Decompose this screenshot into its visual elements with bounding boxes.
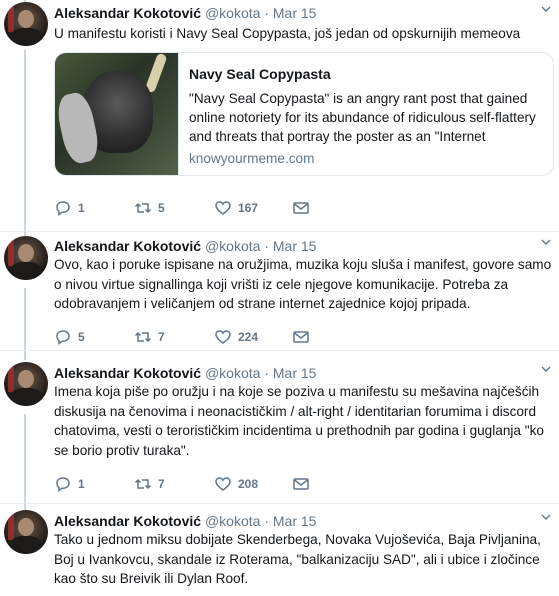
heart-icon: [215, 477, 231, 491]
retweet-icon: [134, 331, 152, 343]
like-button[interactable]: 224: [214, 327, 258, 347]
tweet-actions: 1 7 208: [54, 474, 354, 494]
tweet-text: Imena koja piše po oružju i na koje se p…: [54, 384, 544, 458]
author-name[interactable]: Aleksandar Kokotović: [54, 365, 201, 381]
heart-icon: [215, 201, 231, 215]
author-handle[interactable]: @kokota: [205, 513, 260, 529]
tweet-date[interactable]: Mar 15: [273, 238, 317, 254]
avatar[interactable]: [4, 510, 48, 554]
chevron-down-icon[interactable]: [541, 512, 551, 522]
reply-count: 1: [78, 201, 85, 215]
message-button[interactable]: [292, 474, 310, 494]
reply-icon: [56, 477, 70, 493]
avatar[interactable]: [4, 362, 48, 406]
author-name[interactable]: Aleksandar Kokotović: [54, 513, 201, 529]
heart-icon: [215, 330, 231, 344]
link-card[interactable]: Navy Seal Copypasta "Navy Seal Copypasta…: [54, 52, 554, 176]
tweet-text: Ovo, kao i poruke ispisane na oružjima, …: [54, 257, 552, 312]
tweet-actions: 5 7 224: [54, 327, 354, 347]
card-title: Navy Seal Copypasta: [189, 66, 331, 82]
like-count: 224: [238, 330, 259, 344]
separator: ·: [264, 513, 269, 529]
separator: ·: [264, 5, 269, 21]
retweet-count: 7: [158, 477, 165, 491]
reply-count: 1: [78, 477, 85, 491]
retweet-count: 5: [158, 201, 165, 215]
author-handle[interactable]: @kokota: [205, 238, 260, 254]
retweet-icon: [134, 478, 152, 490]
chevron-down-icon[interactable]: [541, 364, 551, 374]
tweet-header: Aleksandar Kokotović @kokota · Mar 15: [54, 237, 316, 255]
tweet[interactable]: Aleksandar Kokotović @kokota · Mar 15 U …: [0, 0, 559, 232]
card-domain: knowyourmeme.com: [189, 151, 315, 166]
card-image: [55, 53, 178, 175]
tweet-date[interactable]: Mar 15: [273, 365, 317, 381]
tweet-date[interactable]: Mar 15: [273, 513, 317, 529]
separator: ·: [264, 365, 269, 381]
tweet[interactable]: Aleksandar Kokotović @kokota · Mar 15 Ov…: [0, 233, 559, 351]
tweet[interactable]: Aleksandar Kokotović @kokota · Mar 15 Ta…: [0, 508, 559, 596]
avatar[interactable]: [4, 236, 48, 280]
retweet-button[interactable]: 5: [134, 198, 165, 218]
card-description: "Navy Seal Copypasta" is an angry rant p…: [189, 91, 536, 144]
tweet-text: U manifestu koristi i Navy Seal Copypast…: [54, 26, 521, 41]
tweet-header: Aleksandar Kokotović @kokota · Mar 15: [54, 364, 316, 382]
reply-icon: [56, 201, 70, 217]
retweet-button[interactable]: 7: [134, 327, 165, 347]
like-count: 167: [238, 201, 259, 215]
like-button[interactable]: 208: [214, 474, 258, 494]
author-handle[interactable]: @kokota: [205, 365, 260, 381]
tweet-header: Aleksandar Kokotović @kokota · Mar 15: [54, 512, 316, 530]
chevron-down-icon[interactable]: [541, 237, 551, 247]
author-name[interactable]: Aleksandar Kokotović: [54, 5, 201, 21]
tweet-header: Aleksandar Kokotović @kokota · Mar 15: [54, 4, 316, 22]
tweet[interactable]: Aleksandar Kokotović @kokota · Mar 15 Im…: [0, 360, 559, 504]
reply-button[interactable]: 1: [54, 198, 85, 218]
message-button[interactable]: [292, 198, 310, 218]
author-name[interactable]: Aleksandar Kokotović: [54, 238, 201, 254]
separator: ·: [264, 238, 269, 254]
tweet-actions: 1 5 167: [54, 198, 354, 218]
author-handle[interactable]: @kokota: [205, 5, 260, 21]
message-button[interactable]: [292, 327, 310, 347]
avatar[interactable]: [4, 2, 48, 46]
retweet-button[interactable]: 7: [134, 474, 165, 494]
retweet-count: 7: [158, 330, 165, 344]
tweet-text: Tako u jednom miksu dobijate Skenderbega…: [54, 532, 541, 587]
reply-count: 5: [78, 330, 85, 344]
retweet-icon: [134, 202, 152, 214]
reply-button[interactable]: 5: [54, 327, 85, 347]
reply-button[interactable]: 1: [54, 474, 85, 494]
envelope-icon: [293, 478, 309, 490]
envelope-icon: [293, 202, 309, 214]
reply-icon: [56, 330, 70, 346]
like-button[interactable]: 167: [214, 198, 258, 218]
like-count: 208: [238, 477, 259, 491]
envelope-icon: [293, 331, 309, 343]
chevron-down-icon[interactable]: [541, 4, 551, 14]
tweet-date[interactable]: Mar 15: [273, 5, 317, 21]
